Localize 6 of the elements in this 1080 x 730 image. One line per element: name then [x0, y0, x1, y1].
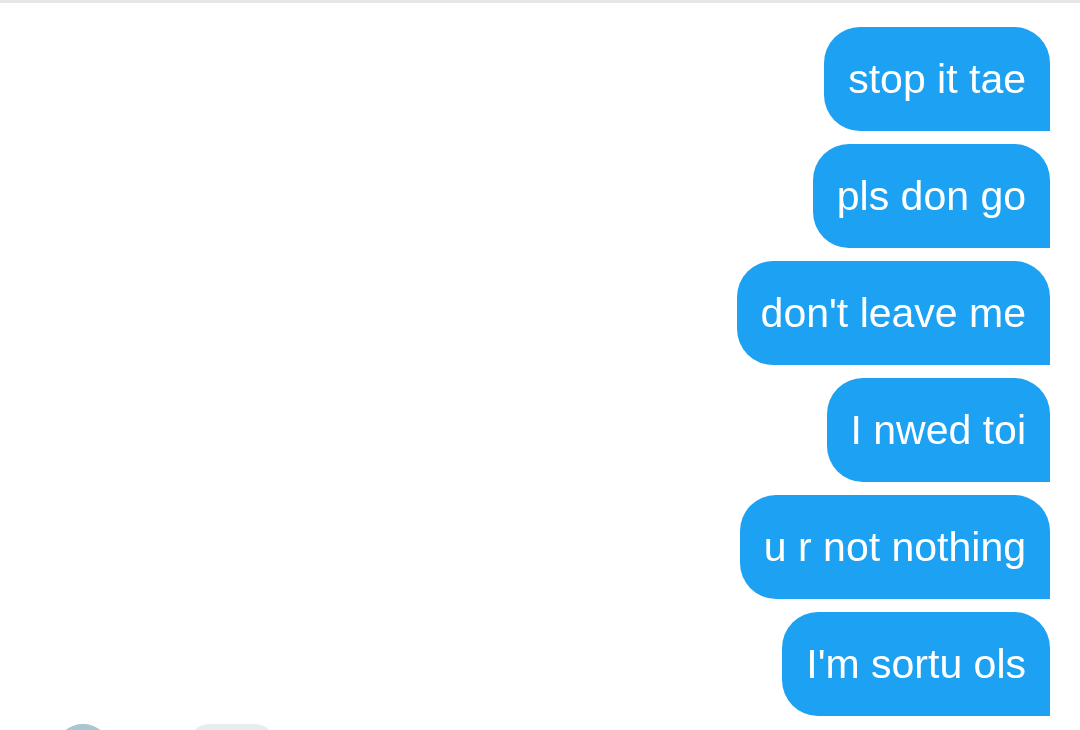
message-bubble: pls don go [812, 144, 1050, 248]
message-bubble: I nwed toi [826, 378, 1050, 482]
message-bubble: u r not nothing [739, 495, 1050, 599]
message-bubble: I'm sortu ols [782, 612, 1050, 716]
message-bubble: don't leave me [736, 261, 1050, 365]
message-bubble: stop it tae [824, 27, 1050, 131]
